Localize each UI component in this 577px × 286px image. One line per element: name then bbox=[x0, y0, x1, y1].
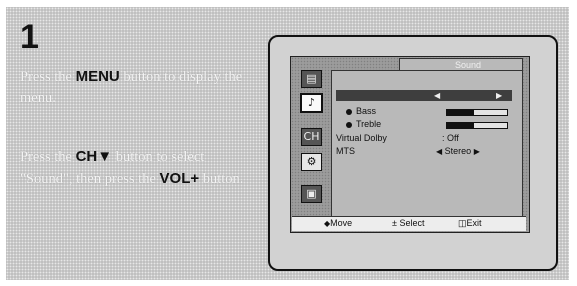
virtual-dolby-value: : Off bbox=[442, 133, 459, 143]
bass-label: Bass bbox=[356, 106, 377, 116]
vol-key-label: VOL+ bbox=[159, 170, 200, 187]
move-label: Move bbox=[330, 218, 353, 228]
exit-hint: ◫Exit bbox=[458, 217, 482, 229]
treble-label: Treble bbox=[356, 119, 382, 129]
mts-value: Stereo bbox=[444, 146, 472, 156]
instruction-1-pre: Press the bbox=[20, 69, 76, 85]
setup-icon[interactable]: ⚙ bbox=[301, 153, 322, 171]
instruction-step-1: Press the MENU button to display the men… bbox=[20, 66, 260, 109]
menu-row-mode[interactable]: ◀ ▶ bbox=[336, 90, 512, 101]
mts-value-group[interactable]: ◀ Stereo ▶ bbox=[436, 146, 480, 157]
instruction-2-post: button. bbox=[199, 171, 244, 187]
left-arrow-icon: ◀ bbox=[434, 91, 441, 100]
bullet-icon bbox=[346, 121, 352, 128]
mts-label: MTS bbox=[336, 146, 355, 156]
left-arrow-icon: ◀ bbox=[436, 147, 443, 156]
exit-icon: ◫ bbox=[458, 218, 467, 228]
treble-level-fill bbox=[447, 123, 474, 128]
menu-row-bass[interactable]: Bass bbox=[346, 106, 376, 117]
right-arrow-icon: ▶ bbox=[473, 147, 480, 156]
channel-icon[interactable]: CH bbox=[301, 128, 322, 146]
input-icon[interactable]: ▣ bbox=[301, 185, 322, 203]
picture-icon[interactable]: ▤ bbox=[301, 70, 322, 88]
menu-key-label: MENU bbox=[75, 68, 120, 85]
bullet-icon bbox=[346, 108, 352, 115]
treble-level-bar[interactable] bbox=[446, 122, 508, 129]
bass-level-fill bbox=[447, 110, 474, 115]
select-hint: ± Select bbox=[392, 217, 424, 229]
menu-row-virtual-dolby[interactable]: Virtual Dolby bbox=[336, 133, 387, 144]
bass-level-bar[interactable] bbox=[446, 109, 508, 116]
menu-title: Sound bbox=[455, 60, 482, 70]
menu-row-treble[interactable]: Treble bbox=[346, 119, 381, 130]
menu-row-mts[interactable]: MTS bbox=[336, 146, 355, 157]
ch-key-label: CH▼ bbox=[75, 148, 113, 165]
instruction-2-pre: Press the bbox=[20, 149, 76, 165]
right-arrow-icon: ▶ bbox=[496, 91, 503, 100]
select-icon: ± bbox=[392, 218, 397, 228]
sound-icon[interactable]: ♪ bbox=[300, 93, 323, 113]
exit-label: Exit bbox=[466, 218, 482, 228]
select-label: Select bbox=[399, 218, 425, 228]
step-number: 1 bbox=[20, 18, 39, 56]
instruction-step-2: Press the CH▼ button to select "Sound", … bbox=[20, 146, 260, 190]
virtual-dolby-label: Virtual Dolby bbox=[336, 133, 387, 143]
move-hint: ◆Move bbox=[324, 217, 352, 230]
